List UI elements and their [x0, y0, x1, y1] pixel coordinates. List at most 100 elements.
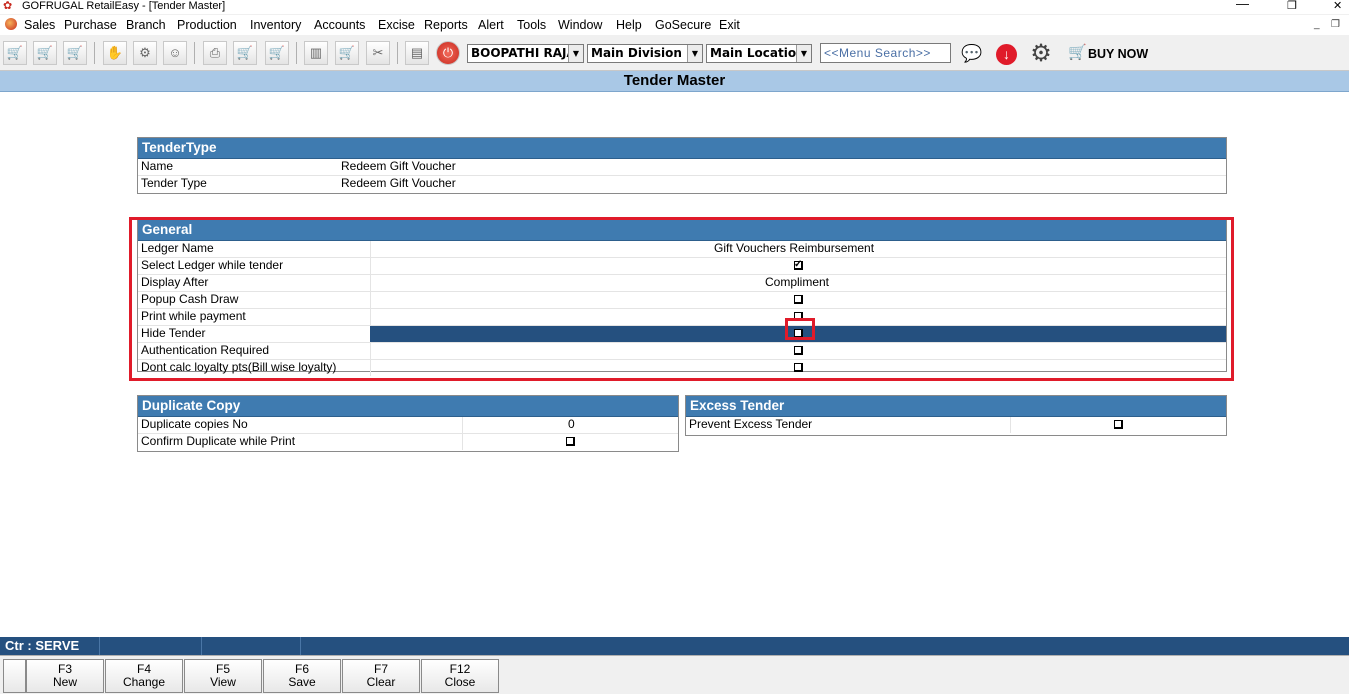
tender-type-heading: TenderType	[138, 138, 1226, 159]
duplicate-copy-panel: Duplicate Copy Duplicate copies No 0 Con…	[137, 395, 679, 452]
duplicate-copies-value[interactable]: 0	[568, 417, 575, 432]
status-bar: Ctr : SERVE	[0, 637, 1349, 655]
user-select-value: BOOPATHI RAJA	[471, 46, 576, 60]
restore-button[interactable]: ❐	[1287, 0, 1297, 12]
form-area: TenderType Name Redeem Gift Voucher Tend…	[0, 92, 1349, 637]
confirm-duplicate-checkbox[interactable]	[566, 437, 575, 446]
counter-status: Ctr : SERVE	[0, 637, 100, 655]
menu-gosecure[interactable]: GoSecure	[655, 17, 711, 33]
f12-key: F12	[449, 662, 471, 676]
duplicate-copy-heading: Duplicate Copy	[138, 396, 678, 417]
tender-type-row[interactable]: Tender Type Redeem Gift Voucher	[138, 176, 1226, 192]
power-icon[interactable]: ⏻	[436, 41, 460, 65]
f4-key: F4	[136, 662, 151, 676]
division-select[interactable]: Main Division ▼	[587, 44, 703, 63]
f12-label: Close	[444, 675, 476, 689]
excess-tender-heading: Excess Tender	[686, 396, 1226, 417]
f7-key: F7	[373, 662, 388, 676]
excess-tender-panel: Excess Tender Prevent Excess Tender	[685, 395, 1227, 436]
f6-save-button[interactable]: F6 Save	[263, 659, 341, 693]
prevent-excess-tender-label: Prevent Excess Tender	[689, 417, 813, 431]
f12-close-button[interactable]: F12 Close	[421, 659, 499, 693]
menu-window[interactable]: Window	[558, 17, 602, 33]
menu-bar: Sales Purchase Branch Production Invento…	[0, 15, 1349, 35]
f4-change-button[interactable]: F4 Change	[105, 659, 183, 693]
page-title: Tender Master	[0, 71, 1349, 92]
menu-accounts[interactable]: Accounts	[314, 17, 365, 33]
f7-clear-button[interactable]: F7 Clear	[342, 659, 420, 693]
prevent-excess-tender-row[interactable]: Prevent Excess Tender	[686, 417, 1226, 433]
menu-purchase[interactable]: Purchase	[64, 17, 117, 33]
tools-icon[interactable]: ✂	[366, 41, 390, 65]
prevent-excess-tender-checkbox[interactable]	[1114, 420, 1123, 429]
close-button[interactable]: ✕	[1333, 0, 1342, 12]
status-segment	[202, 637, 301, 655]
confirm-duplicate-row[interactable]: Confirm Duplicate while Print	[138, 434, 678, 450]
toolbar-separator	[94, 42, 95, 64]
f6-label: Save	[288, 675, 316, 689]
chevron-down-icon: ▼	[568, 45, 583, 62]
toolbar-separator	[194, 42, 195, 64]
menu-sales[interactable]: Sales	[24, 17, 55, 33]
title-bar: ✿ GOFRUGAL RetailEasy - [Tender Master] …	[0, 0, 1349, 14]
f3-new-button[interactable]: F3 New	[26, 659, 104, 693]
cart-icon[interactable]: 🛒	[265, 41, 289, 65]
menu-excise[interactable]: Excise	[378, 17, 415, 33]
cart-icon[interactable]: 🛒	[3, 41, 27, 65]
chat-icon[interactable]: 💬	[961, 44, 985, 64]
toolbar-separator	[296, 42, 297, 64]
user-select[interactable]: BOOPATHI RAJA ▼	[467, 44, 584, 63]
gear-icon[interactable]: ⚙	[1028, 41, 1054, 67]
f7-label: Clear	[366, 675, 396, 689]
buy-now-button[interactable]: BUY NOW	[1088, 47, 1148, 61]
tender-type-label: Tender Type	[141, 176, 207, 190]
chart-icon[interactable]: ▤	[405, 41, 429, 65]
status-segment	[101, 637, 202, 655]
cart-icon[interactable]: 🛒	[33, 41, 57, 65]
printer-icon[interactable]: ⎙	[203, 41, 227, 65]
menu-inventory[interactable]: Inventory	[250, 17, 301, 33]
mdi-minimize-button[interactable]: _	[1314, 19, 1320, 30]
book-icon[interactable]: ▥	[304, 41, 328, 65]
tender-name-value[interactable]: Redeem Gift Voucher	[341, 159, 456, 174]
f6-key: F6	[294, 662, 309, 676]
download-icon[interactable]: ↓	[996, 44, 1017, 65]
menu-tools[interactable]: Tools	[517, 17, 546, 33]
f5-view-button[interactable]: F5 View	[184, 659, 262, 693]
mdi-restore-button[interactable]: ❐	[1331, 19, 1340, 30]
hand-icon[interactable]: ✋	[103, 41, 127, 65]
menu-reports[interactable]: Reports	[424, 17, 468, 33]
f3-key: F3	[57, 662, 72, 676]
tender-name-label: Name	[141, 159, 174, 173]
minimize-button[interactable]: —	[1236, 0, 1249, 10]
app-logo-icon: ✿	[3, 0, 13, 12]
division-select-value: Main Division	[591, 46, 682, 60]
fkey-spacer	[3, 659, 26, 693]
chevron-down-icon: ▼	[796, 45, 811, 62]
function-key-bar: F3 New F4 Change F5 View F6 Save F7 Clea…	[0, 655, 1349, 694]
shopping-cart-icon[interactable]: 🛒	[1068, 45, 1087, 61]
app-menu-icon[interactable]	[5, 18, 17, 30]
cart-icon[interactable]: 🛒	[233, 41, 257, 65]
delivery-icon[interactable]: ⚙	[133, 41, 157, 65]
delivery-person-icon[interactable]: ☺	[163, 41, 187, 65]
general-panel-highlight	[129, 217, 1234, 381]
menu-exit[interactable]: Exit	[719, 17, 740, 33]
menu-alert[interactable]: Alert	[478, 17, 504, 33]
tender-name-row[interactable]: Name Redeem Gift Voucher	[138, 159, 1226, 176]
cart-delete-icon[interactable]: 🛒	[63, 41, 87, 65]
menu-production[interactable]: Production	[177, 17, 237, 33]
menu-help[interactable]: Help	[616, 17, 642, 33]
column-divider	[462, 434, 463, 450]
menu-search-input[interactable]: <<Menu Search>>	[820, 43, 951, 63]
duplicate-copies-label: Duplicate copies No	[141, 417, 248, 431]
chevron-down-icon: ▼	[687, 45, 702, 62]
location-select[interactable]: Main Location ▼	[706, 44, 812, 63]
location-select-value: Main Location	[710, 46, 805, 60]
duplicate-copies-row[interactable]: Duplicate copies No 0	[138, 417, 678, 434]
column-divider	[462, 417, 463, 433]
tender-type-value[interactable]: Redeem Gift Voucher	[341, 176, 456, 191]
cart-icon[interactable]: 🛒	[335, 41, 359, 65]
window-title: GOFRUGAL RetailEasy - [Tender Master]	[22, 0, 226, 12]
menu-branch[interactable]: Branch	[126, 17, 166, 33]
